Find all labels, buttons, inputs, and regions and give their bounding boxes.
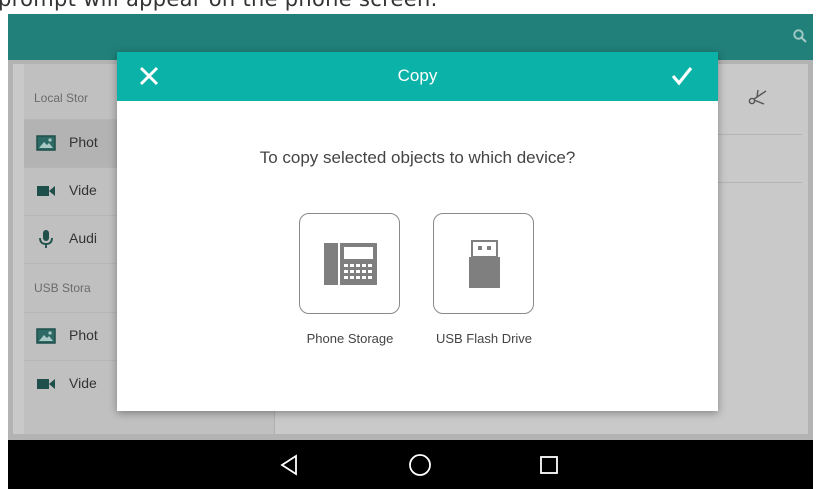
sidebar-item-label: Audi — [69, 230, 98, 246]
dialog-title: Copy — [397, 66, 438, 85]
photo-icon — [36, 327, 56, 345]
phone-storage-label: Phone Storage — [306, 331, 394, 346]
usb-flash-drive-label: USB Flash Drive — [435, 331, 533, 346]
home-icon[interactable] — [407, 452, 433, 478]
photo-icon — [36, 134, 56, 152]
sidebar-item-label: Phot — [69, 327, 98, 343]
microphone-icon — [36, 230, 56, 248]
usb-flash-drive-button[interactable] — [433, 213, 534, 314]
dialog-question: To copy selected objects to which device… — [259, 148, 576, 167]
desk-phone-icon — [324, 243, 377, 285]
checkmark-icon[interactable] — [670, 64, 694, 88]
scissors-icon[interactable] — [748, 88, 768, 111]
back-icon[interactable] — [277, 452, 303, 478]
sidebar-section-local-storage: Local Stor — [34, 91, 89, 105]
video-icon — [36, 375, 56, 393]
recents-icon[interactable] — [536, 452, 562, 478]
android-nav-bar — [8, 440, 813, 489]
copy-dialog: Copy To copy selected objects to which d… — [117, 52, 718, 411]
video-icon — [36, 182, 56, 200]
phone-storage-button[interactable] — [299, 213, 400, 314]
sidebar-item-label: Phot — [69, 134, 98, 150]
sidebar-item-label: Vide — [69, 375, 97, 391]
search-icon[interactable] — [793, 28, 807, 43]
caption-text: prompt will appear on the phone screen. — [0, 0, 438, 11]
dialog-header: Copy — [117, 52, 718, 101]
usb-drive-icon — [469, 240, 500, 288]
sidebar-item-label: Vide — [69, 182, 97, 198]
sidebar-section-usb-storage: USB Stora — [34, 281, 91, 295]
